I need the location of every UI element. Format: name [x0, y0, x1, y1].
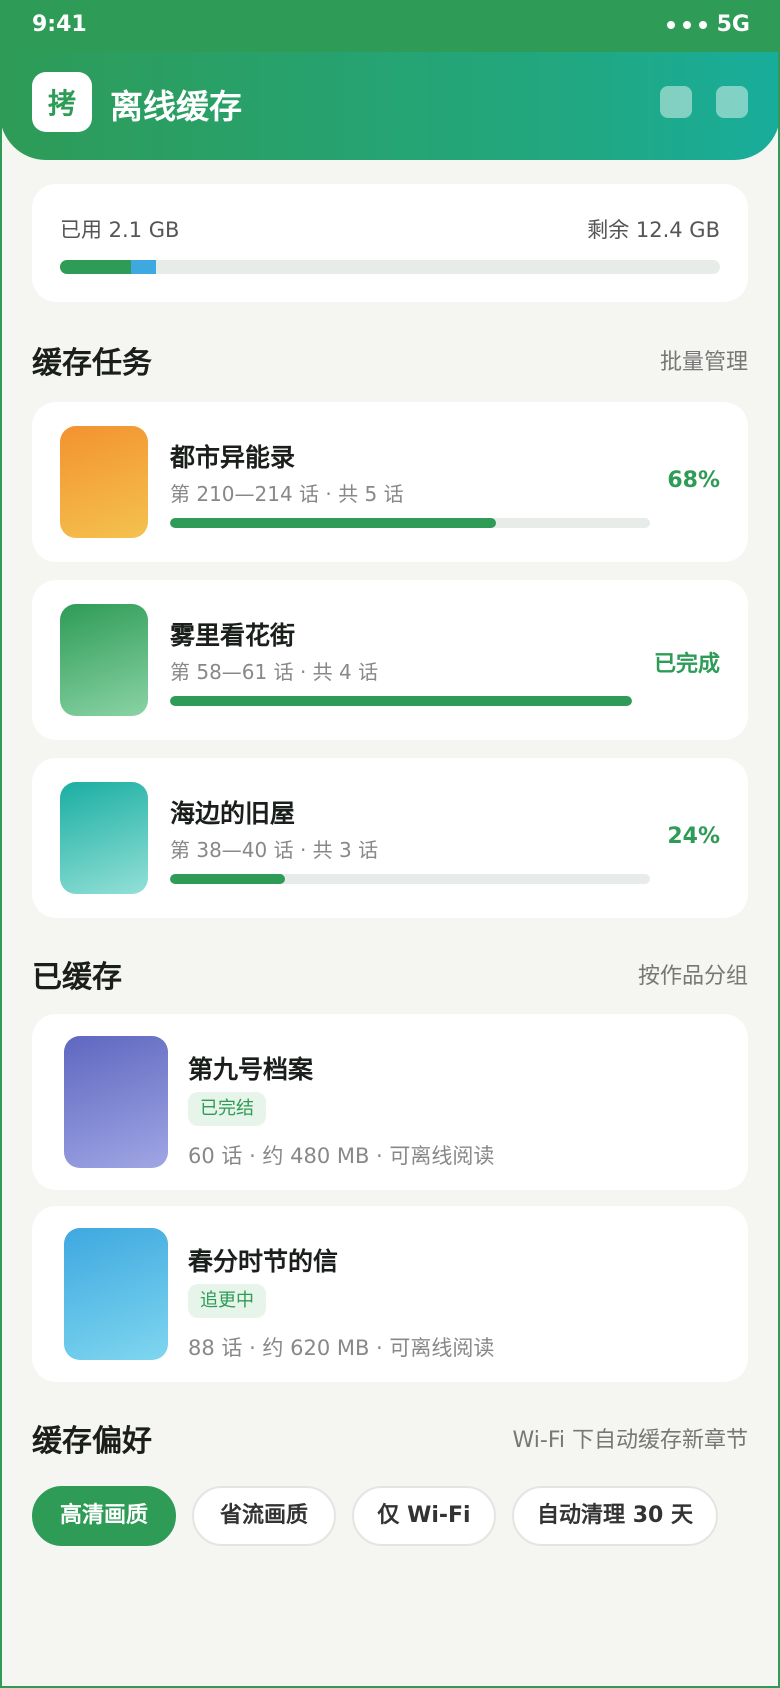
batch-manage-link[interactable]: 批量管理 [660, 344, 748, 376]
task-status: 68% [667, 468, 720, 493]
storage-bar [60, 260, 720, 274]
status-indicators: 5G [666, 12, 750, 37]
comic-cover [60, 426, 148, 538]
tasks-section-title: 缓存任务 [32, 346, 152, 381]
task-card[interactable]: 海边的旧屋 第 38—40 话 · 共 3 话 24% [32, 758, 748, 918]
task-status: 已完成 [653, 652, 720, 677]
cached-card[interactable]: 春分时节的信 追更中 88 话 · 约 620 MB · 可离线阅读 [32, 1206, 748, 1382]
chip-wifi-only[interactable]: 仅 Wi-Fi [352, 1486, 496, 1546]
signal-dots-icon [666, 20, 707, 29]
task-card[interactable]: 雾里看花街 第 58—61 话 · 共 4 话 已完成 [32, 580, 748, 740]
network-label: 5G [716, 12, 750, 37]
cached-title: 第九号档案 [188, 1055, 314, 1084]
task-progress-fill [170, 518, 497, 528]
cached-card[interactable]: 第九号档案 已完结 60 话 · 约 480 MB · 可离线阅读 [32, 1014, 748, 1190]
storage-remaining: 剩余 12.4 GB [587, 218, 720, 242]
comic-cover [64, 1036, 168, 1168]
app-logo: 拷 [32, 72, 92, 132]
header-action-button-2[interactable] [716, 86, 748, 118]
storage-used: 已用 2.1 GB [60, 218, 180, 242]
prefs-section-title: 缓存偏好 [32, 1424, 152, 1459]
task-meta: 第 58—61 话 · 共 4 话 [170, 660, 379, 684]
task-progress-fill [170, 696, 632, 706]
chip-auto-clean[interactable]: 自动清理 30 天 [512, 1486, 718, 1546]
status-badge: 已完结 [188, 1092, 266, 1126]
app-header: 拷 离线缓存 [0, 52, 780, 160]
task-progress-fill [170, 874, 286, 884]
cached-meta: 60 话 · 约 480 MB · 可离线阅读 [188, 1144, 495, 1168]
comic-cover [60, 782, 148, 894]
task-title: 海边的旧屋 [170, 799, 296, 828]
task-progress-bar [170, 874, 650, 884]
task-title: 都市异能录 [170, 443, 296, 472]
task-progress-bar [170, 518, 650, 528]
cached-title: 春分时节的信 [188, 1247, 339, 1276]
cached-meta: 88 话 · 约 620 MB · 可离线阅读 [188, 1336, 495, 1360]
task-meta: 第 210—214 话 · 共 5 话 [170, 482, 404, 506]
status-time: 9:41 [32, 12, 87, 37]
storage-bar-primary [60, 260, 131, 274]
chip-save-data-quality[interactable]: 省流画质 [192, 1486, 336, 1546]
cached-section-title: 已缓存 [32, 960, 122, 995]
prefs-note: Wi-Fi 下自动缓存新章节 [512, 1428, 748, 1453]
comic-cover [64, 1228, 168, 1360]
chip-hd-quality[interactable]: 高清画质 [32, 1486, 176, 1546]
task-title: 雾里看花街 [170, 621, 296, 650]
task-progress-bar [170, 696, 632, 706]
group-by-work-link[interactable]: 按作品分组 [638, 958, 748, 990]
page-title: 离线缓存 [110, 87, 242, 126]
storage-card: 已用 2.1 GB 剩余 12.4 GB [32, 184, 748, 302]
task-status: 24% [667, 824, 720, 849]
storage-bar-secondary [131, 260, 156, 274]
task-card[interactable]: 都市异能录 第 210—214 话 · 共 5 话 68% [32, 402, 748, 562]
comic-cover [60, 604, 148, 716]
task-meta: 第 38—40 话 · 共 3 话 [170, 838, 379, 862]
status-bar: 9:41 5G [0, 0, 780, 52]
status-badge: 追更中 [188, 1284, 266, 1318]
header-action-button-1[interactable] [660, 86, 692, 118]
